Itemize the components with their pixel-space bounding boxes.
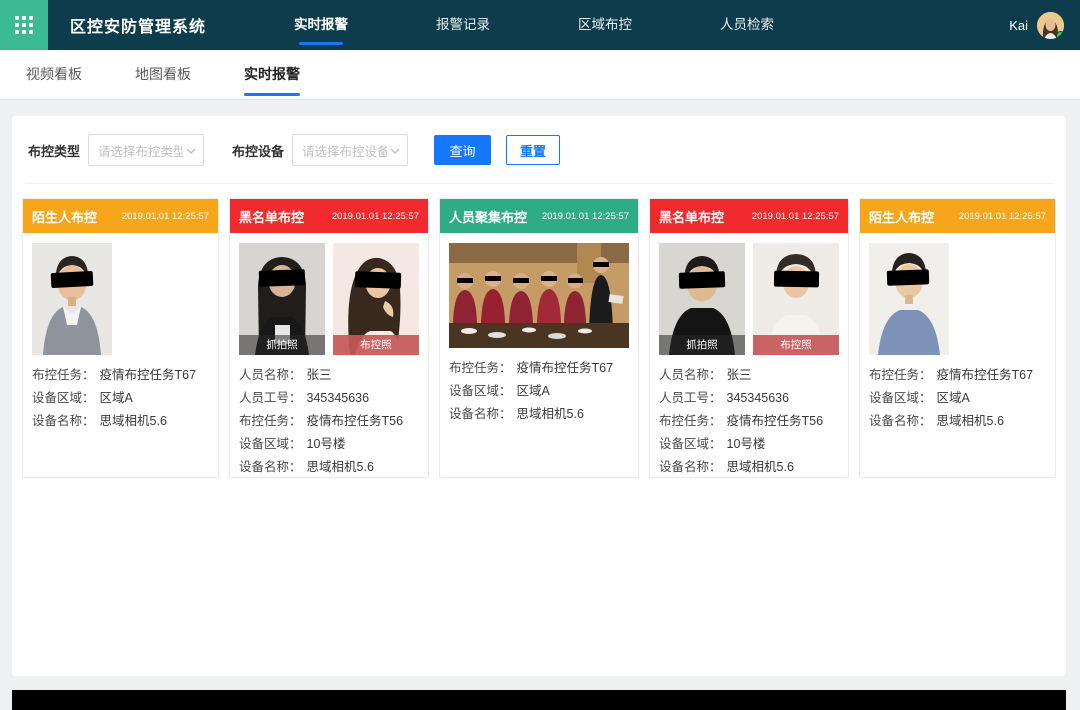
card-title: 黑名单布控 [239,207,304,226]
content-panel: 布控类型 请选择布控类型 布控设备 请选择布控设备 查询 重置 [12,116,1066,676]
card-fields: 布控任务： 疫情布控任务T67 设备区域： 区域A 设备名称： 思域相机5.6 [32,364,209,433]
field-row: 设备区域： 10号楼 [659,433,839,456]
reset-button[interactable]: 重置 [506,135,560,165]
alarm-card-stranger-2[interactable]: 陌生人布控 2019.01.01 12:25:57 [859,198,1056,478]
snapshot-photo[interactable] [32,243,112,355]
alarm-card-stranger-1[interactable]: 陌生人布控 2019.01.01 12:25:57 [22,198,219,478]
field-row: 布控任务： 疫情布控任务T67 [32,364,209,387]
query-button[interactable]: 查询 [434,135,491,165]
field-row: 设备区域： 区域A [32,387,209,410]
nav-item-person-search[interactable]: 人员检索 [720,0,774,50]
card-body: 布控任务： 疫情布控任务T67 设备区域： 区域A 设备名称： 思域相机5.6 [23,233,218,433]
scene-photo[interactable] [449,243,629,348]
card-header: 陌生人布控 2019.01.01 12:25:57 [860,199,1055,233]
tab-realtime-alarm[interactable]: 实时报警 [244,50,300,99]
card-header: 黑名单布控 2019.01.01 12:25:57 [650,199,848,233]
snapshot-photo[interactable]: 抓拍照 [239,243,325,355]
field-row: 人员工号： 345345636 [659,387,839,410]
control-photo[interactable]: 布控照 [753,243,839,355]
tab-map-board[interactable]: 地图看板 [135,50,191,99]
field-row: 设备名称： 思域相机5.6 [32,410,209,433]
card-timestamp: 2019.01.01 12:25:57 [332,211,419,222]
censored-portrait-image [32,243,112,355]
card-title: 陌生人布控 [869,207,934,226]
card-title: 黑名单布控 [659,207,724,226]
user-area: Kai [1009,12,1064,39]
filter-device-label: 布控设备 [232,141,284,160]
field-row: 设备区域： 10号楼 [239,433,419,456]
card-title: 陌生人布控 [32,207,97,226]
field-row: 布控任务： 疫情布控任务T67 [449,357,629,380]
field-row: 设备区域： 区域A [869,387,1046,410]
censored-portrait-image [869,243,949,355]
filter-device-select[interactable]: 请选择布控设备 [292,134,408,166]
alarm-card-gathering[interactable]: 人员聚集布控 2019.01.01 12:25:57 [439,198,639,478]
field-row: 布控任务： 疫情布控任务T56 [659,410,839,433]
main-nav: 实时报警 报警记录 区域布控 人员检索 [294,0,774,50]
card-header: 陌生人布控 2019.01.01 12:25:57 [23,199,218,233]
field-row: 设备名称： 思域相机5.6 [869,410,1046,433]
alarm-card-list: 陌生人布控 2019.01.01 12:25:57 [12,184,1066,478]
active-nav-underline [299,42,343,45]
photo-label-snapshot: 抓拍照 [239,335,325,355]
photo-label-control: 布控照 [753,335,839,355]
field-row: 布控任务： 疫情布控任务T67 [869,364,1046,387]
card-body: 布控任务： 疫情布控任务T67 设备区域： 区域A 设备名称： 思域相机5.6 [440,233,638,426]
card-timestamp: 2019.01.01 12:25:57 [542,211,629,222]
active-tab-underline [244,93,300,96]
user-avatar[interactable] [1037,12,1064,39]
chevron-down-icon [390,148,400,154]
card-timestamp: 2019.01.01 12:25:57 [752,211,839,222]
topbar: 区控安防管理系统 实时报警 报警记录 区域布控 人员检索 Kai [0,0,1080,50]
alarm-card-blacklist-1[interactable]: 黑名单布控 2019.01.01 12:25:57 [229,198,429,478]
filter-type-label: 布控类型 [28,141,80,160]
snapshot-photo[interactable]: 抓拍照 [659,243,745,355]
nav-item-realtime-alarm[interactable]: 实时报警 [294,0,348,50]
snapshot-photo[interactable] [869,243,949,355]
card-fields: 布控任务： 疫情布控任务T67 设备区域： 区域A 设备名称： 思域相机5.6 [869,364,1046,433]
card-title: 人员聚集布控 [449,207,527,226]
card-body: 布控任务： 疫情布控任务T67 设备区域： 区域A 设备名称： 思域相机5.6 [860,233,1055,433]
photo-label-control: 布控照 [333,335,419,355]
tab-video-board[interactable]: 视频看板 [26,50,82,99]
alarm-card-blacklist-2[interactable]: 黑名单布控 2019.01.01 12:25:57 [649,198,849,478]
field-row: 布控任务： 疫情布控任务T56 [239,410,419,433]
grid-menu-icon [15,16,33,34]
app-title: 区控安防管理系统 [70,13,206,37]
nav-item-area-control[interactable]: 区域布控 [578,0,632,50]
card-body: 抓拍照 布控照 [230,233,428,479]
bottom-bar [12,690,1066,710]
card-fields: 人员名称： 张三 人员工号： 345345636 布控任务： 疫情布控任务T56 [659,364,839,479]
control-photo[interactable]: 布控照 [333,243,419,355]
secondary-tabbar: 视频看板 地图看板 实时报警 [0,50,1080,100]
field-row: 人员工号： 345345636 [239,387,419,410]
field-row: 设备名称： 思域相机5.6 [449,403,629,426]
filter-row: 布控类型 请选择布控类型 布控设备 请选择布控设备 查询 重置 [12,116,1066,166]
online-status-dot [1056,31,1064,39]
card-timestamp: 2019.01.01 12:25:57 [959,211,1046,222]
card-body: 抓拍照 布控照 [650,233,848,479]
censored-group-image [449,243,629,348]
photo-row: 抓拍照 布控照 [659,243,839,355]
card-fields: 布控任务： 疫情布控任务T67 设备区域： 区域A 设备名称： 思域相机5.6 [449,357,629,426]
page-background: 布控类型 请选择布控类型 布控设备 请选择布控设备 查询 重置 [0,100,1080,690]
card-timestamp: 2019.01.01 12:25:57 [122,211,209,222]
photo-row: 抓拍照 布控照 [239,243,419,355]
photo-label-snapshot: 抓拍照 [659,335,745,355]
card-fields: 人员名称： 张三 人员工号： 345345636 布控任务： 疫情布控任务T56 [239,364,419,479]
app-launcher-button[interactable] [0,0,48,50]
field-row: 人员名称： 张三 [659,364,839,387]
card-header: 黑名单布控 2019.01.01 12:25:57 [230,199,428,233]
card-header: 人员聚集布控 2019.01.01 12:25:57 [440,199,638,233]
filter-type-select[interactable]: 请选择布控类型 [88,134,204,166]
field-row: 设备名称： 思域相机5.6 [239,456,419,479]
field-row: 设备名称： 思域相机5.6 [659,456,839,479]
field-row: 人员名称： 张三 [239,364,419,387]
nav-item-alarm-records[interactable]: 报警记录 [436,0,490,50]
chevron-down-icon [186,148,196,154]
user-name: Kai [1009,18,1028,33]
field-row: 设备区域： 区域A [449,380,629,403]
